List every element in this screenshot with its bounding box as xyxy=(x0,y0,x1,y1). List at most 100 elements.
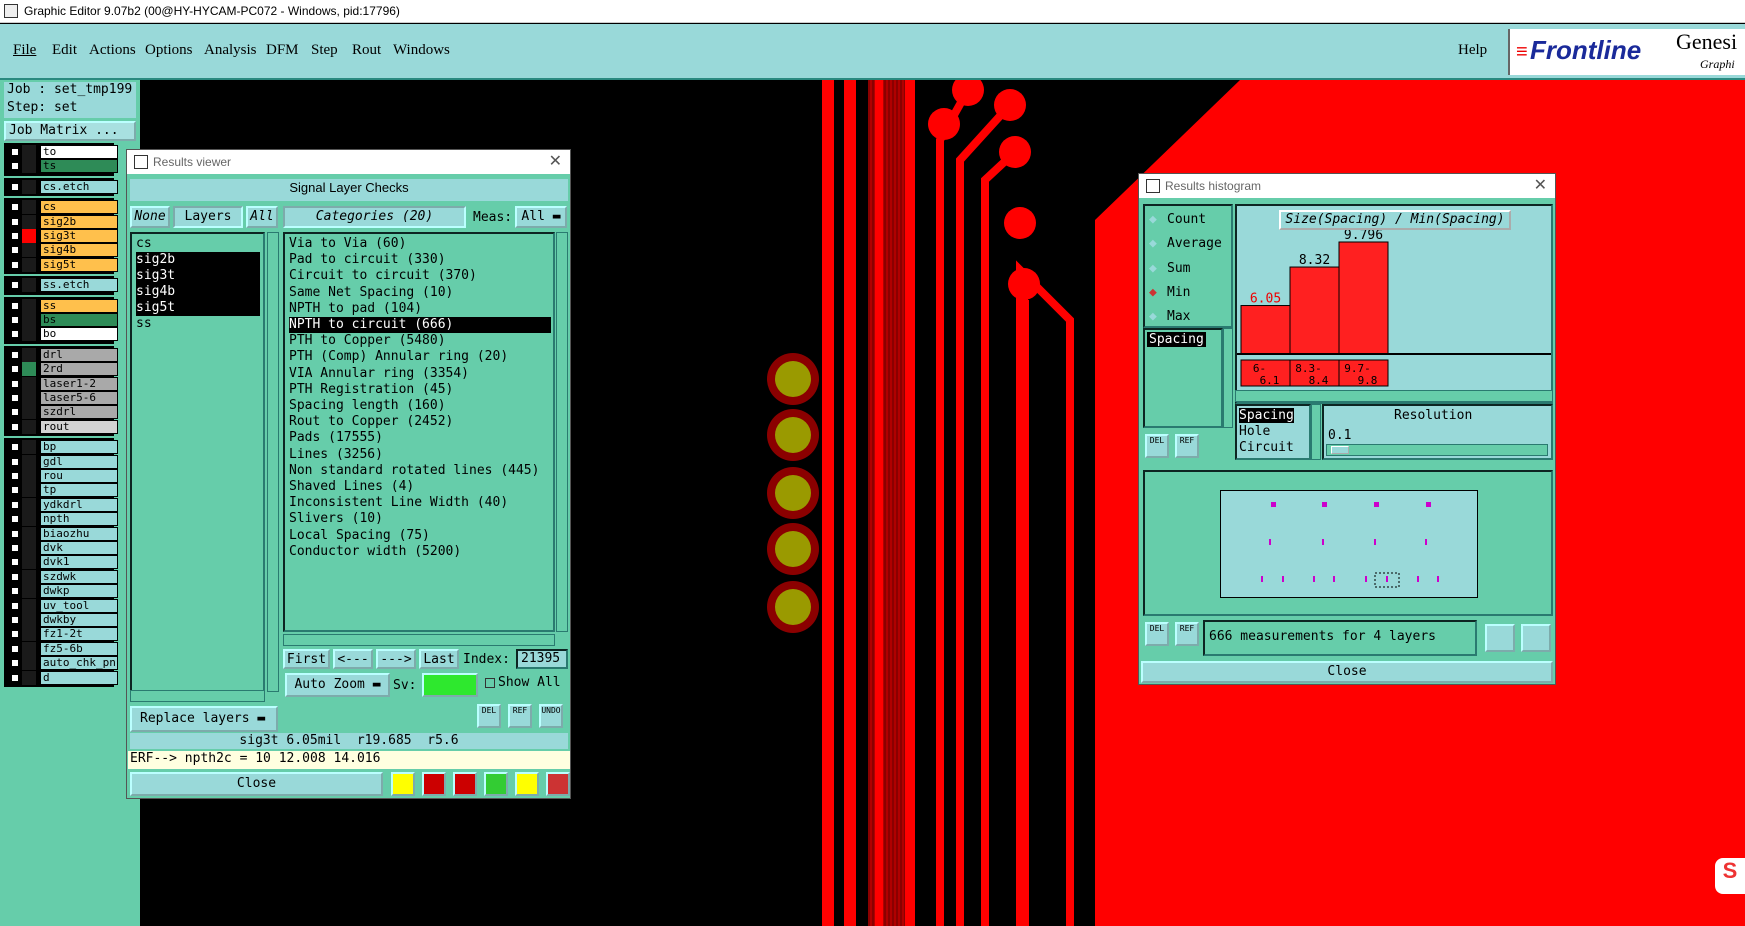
layer-swatch[interactable] xyxy=(22,541,36,555)
layer-checkbox[interactable] xyxy=(10,280,20,291)
layer-swatch[interactable] xyxy=(22,391,36,405)
layer-row[interactable]: uv_tool xyxy=(6,598,118,613)
menu-edit[interactable]: Edit xyxy=(52,42,77,59)
layer-name[interactable]: rout xyxy=(40,419,118,434)
histogram-hscroll[interactable] xyxy=(1235,390,1553,402)
layer-swatch[interactable] xyxy=(22,214,36,229)
layer-row[interactable]: bs xyxy=(6,313,118,327)
category-item[interactable]: Rout to Copper (2452) xyxy=(289,414,551,430)
layer-swatch[interactable] xyxy=(22,469,36,483)
layer-row[interactable]: tp xyxy=(6,483,118,498)
category-item[interactable]: Inconsistent Line Width (40) xyxy=(289,495,551,511)
layer-checkbox[interactable] xyxy=(10,161,20,172)
layer-name[interactable]: dwkp xyxy=(40,584,118,599)
measure-type-scrollbar[interactable] xyxy=(1311,404,1321,460)
layer-checkbox[interactable] xyxy=(10,147,20,157)
category-item[interactable]: PTH (Comp) Annular ring (20) xyxy=(289,349,551,365)
layer-swatch[interactable] xyxy=(22,200,36,215)
layer-name[interactable]: bo xyxy=(40,327,118,342)
prev-button[interactable]: <--- xyxy=(333,649,373,669)
menu-options[interactable]: Options xyxy=(145,42,193,59)
layer-swatch[interactable] xyxy=(22,440,36,455)
category-item[interactable]: Slivers (10) xyxy=(289,511,551,527)
layer-swatch[interactable] xyxy=(22,257,36,272)
resolution-slider-thumb[interactable] xyxy=(1331,446,1349,454)
layer-swatch[interactable] xyxy=(22,584,36,599)
layer-swatch[interactable] xyxy=(22,497,36,512)
layer-row[interactable]: dvk xyxy=(6,541,118,555)
layer-row[interactable]: biaozhu xyxy=(6,526,118,541)
radio-indicator[interactable]: ◆ xyxy=(1149,236,1157,251)
layer-row[interactable]: fz5-6b xyxy=(6,641,118,656)
tool-icon[interactable] xyxy=(422,772,446,796)
category-scrollbar[interactable] xyxy=(556,232,568,632)
layer-swatch[interactable] xyxy=(22,376,36,391)
layer-name[interactable]: cs.etch xyxy=(40,179,118,194)
layer-row[interactable]: bp xyxy=(6,440,118,455)
category-hscroll[interactable] xyxy=(283,634,555,646)
layer-name[interactable]: dvk1 xyxy=(40,555,118,570)
category-item[interactable]: Same Net Spacing (10) xyxy=(289,285,551,301)
measure-list-item[interactable]: Spacing xyxy=(1147,332,1206,347)
category-item[interactable]: Spacing length (160) xyxy=(289,398,551,414)
layer-row[interactable]: dvk1 xyxy=(6,555,118,570)
layer-row[interactable]: gdl xyxy=(6,454,118,469)
layer-checkbox[interactable] xyxy=(10,245,20,256)
layer-row[interactable]: szdrl xyxy=(6,405,118,420)
layer-row[interactable]: dwkp xyxy=(6,584,118,599)
layer-swatch[interactable] xyxy=(22,179,36,194)
measure-type-item[interactable]: Hole xyxy=(1239,424,1270,439)
layer-row[interactable]: d xyxy=(6,670,118,685)
layer-name[interactable]: drl xyxy=(40,347,118,362)
layer-checkbox[interactable] xyxy=(10,471,20,481)
layer-name[interactable]: cs xyxy=(40,200,118,215)
layer-swatch[interactable] xyxy=(22,598,36,613)
layer-row[interactable]: cs.etch xyxy=(6,179,118,194)
layer-row[interactable]: laser5-6 xyxy=(6,391,118,405)
layer-results-list[interactable]: cs sig2b sig3t sig4b sig5t ss xyxy=(130,232,265,692)
menu-windows[interactable]: Windows xyxy=(393,42,450,59)
layer-swatch[interactable] xyxy=(22,627,36,642)
layer-name[interactable]: ss xyxy=(40,298,118,313)
sv-color-dropdown[interactable] xyxy=(422,673,478,697)
layer-name[interactable]: npth xyxy=(40,512,118,527)
layer-checkbox[interactable] xyxy=(10,315,20,325)
layer-swatch[interactable] xyxy=(22,483,36,498)
close-icon[interactable]: ✕ xyxy=(549,150,562,174)
layer-checkbox[interactable] xyxy=(10,378,20,389)
menu-dfm[interactable]: DFM xyxy=(266,42,299,59)
show-all-checkbox[interactable] xyxy=(485,678,495,688)
close-button[interactable]: Close xyxy=(130,772,383,796)
layer-checkbox[interactable] xyxy=(10,557,20,568)
layer-swatch[interactable] xyxy=(22,327,36,342)
layer-row[interactable]: sig4b xyxy=(6,243,118,258)
layer-name[interactable]: sig4b xyxy=(40,243,118,258)
layer-row[interactable]: laser1-2 xyxy=(6,376,118,391)
layer-name[interactable]: dwkby xyxy=(40,613,118,627)
auto-zoom-dropdown[interactable]: Auto Zoom ▬ xyxy=(285,673,390,697)
layer-name[interactable]: fz5-6b xyxy=(40,641,118,656)
close-button[interactable]: Close xyxy=(1141,661,1553,683)
layer-row[interactable]: rou xyxy=(6,469,118,483)
layer-checkbox[interactable] xyxy=(10,514,20,525)
layer-swatch[interactable] xyxy=(22,641,36,656)
layer-checkbox[interactable] xyxy=(10,485,20,496)
layer-list-item[interactable]: sig3t xyxy=(136,268,260,284)
layer-row[interactable]: sig3t xyxy=(6,229,118,243)
layer-checkbox[interactable] xyxy=(10,442,20,453)
layer-list-item[interactable]: cs xyxy=(136,236,260,252)
layer-checkbox[interactable] xyxy=(10,349,20,360)
category-item[interactable]: Local Spacing (75) xyxy=(289,528,551,544)
layer-row[interactable]: rout xyxy=(6,419,118,434)
layer-checkbox[interactable] xyxy=(10,259,20,270)
job-matrix-button[interactable]: Job Matrix ... xyxy=(4,121,136,141)
histogram-bar[interactable] xyxy=(1240,305,1291,355)
layer-checkbox[interactable] xyxy=(10,586,20,597)
category-item[interactable]: Shaved Lines (4) xyxy=(289,479,551,495)
measure-type-list[interactable]: Spacing Hole Circuit xyxy=(1235,404,1311,460)
layer-name[interactable]: to xyxy=(40,145,118,159)
zoom-back-icon[interactable] xyxy=(1521,624,1551,652)
layer-list-item[interactable]: sig5t xyxy=(136,300,260,316)
layer-name[interactable]: sig3t xyxy=(40,229,118,243)
layer-name[interactable]: szdwk xyxy=(40,569,118,584)
